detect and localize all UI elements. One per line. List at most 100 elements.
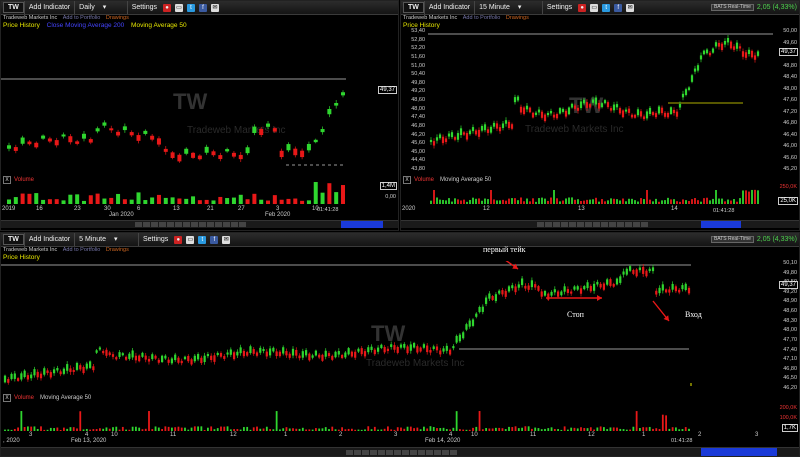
candle bbox=[583, 284, 586, 291]
drawings-link[interactable]: Drawings bbox=[106, 15, 129, 21]
volume-bar bbox=[151, 429, 154, 431]
settings-button[interactable]: Settings bbox=[126, 1, 161, 14]
twitter-icon[interactable]: t bbox=[602, 3, 611, 12]
candle bbox=[249, 344, 252, 355]
ma200-legend[interactable]: Close Moving Average 200 bbox=[47, 22, 125, 29]
candle bbox=[219, 351, 223, 359]
facebook-icon[interactable]: f bbox=[614, 3, 623, 12]
volume-bar bbox=[478, 198, 480, 204]
drawings-link[interactable]: Drawings bbox=[106, 247, 129, 253]
volume-label[interactable]: Volume bbox=[14, 395, 34, 401]
volume-bar bbox=[570, 427, 573, 431]
symbol-input[interactable]: TW bbox=[3, 234, 24, 245]
y-tick: 47,60 bbox=[783, 97, 797, 103]
candle bbox=[514, 283, 517, 295]
candle bbox=[687, 86, 691, 92]
symbol-input[interactable]: TW bbox=[403, 2, 424, 13]
volume-bar bbox=[583, 428, 586, 431]
facebook-icon[interactable]: f bbox=[199, 3, 207, 12]
candle bbox=[609, 277, 612, 288]
price-change: 2,05 (4,33%) bbox=[756, 4, 797, 11]
candle bbox=[609, 106, 613, 113]
print-icon[interactable]: ▭ bbox=[186, 235, 195, 244]
close-volume-icon[interactable]: X bbox=[403, 175, 411, 184]
price-history-label[interactable]: Price History bbox=[3, 254, 40, 261]
email-icon[interactable]: ✉ bbox=[222, 235, 231, 244]
volume-bar bbox=[646, 190, 648, 204]
candle bbox=[226, 349, 229, 358]
chart-scrollbar[interactable] bbox=[1, 220, 398, 228]
drawings-link[interactable]: Drawings bbox=[506, 15, 529, 21]
interval-select[interactable]: 5 Minute bbox=[74, 233, 110, 246]
add-to-portfolio-link[interactable]: Add to Portfolio bbox=[63, 15, 101, 21]
volume-ma-label[interactable]: Moving Average 50 bbox=[40, 395, 91, 401]
volume-bar bbox=[79, 411, 82, 431]
interval-dropdown-icon[interactable]: ▾ bbox=[110, 233, 138, 246]
alarm-icon[interactable]: ● bbox=[163, 3, 171, 12]
print-icon[interactable]: ▭ bbox=[175, 3, 183, 12]
candle bbox=[380, 343, 383, 350]
y-tick: 43,80 bbox=[411, 166, 425, 172]
candle bbox=[170, 151, 175, 160]
add-to-portfolio-link[interactable]: Add to Portfolio bbox=[463, 15, 501, 21]
candle bbox=[354, 349, 357, 360]
add-to-portfolio-link[interactable]: Add to Portfolio bbox=[63, 247, 101, 253]
annotation-stop: Стоп bbox=[567, 310, 584, 319]
add-indicator-button[interactable]: Add Indicator bbox=[23, 233, 74, 246]
candle bbox=[481, 304, 484, 315]
twitter-icon[interactable]: t bbox=[187, 3, 195, 12]
zoom-buttons[interactable] bbox=[537, 222, 649, 227]
candle bbox=[547, 292, 550, 301]
print-icon[interactable]: ▭ bbox=[590, 3, 599, 12]
candle bbox=[416, 344, 419, 355]
candle bbox=[632, 268, 635, 276]
volume-bar bbox=[423, 426, 425, 431]
chart-scrollbar[interactable] bbox=[1, 447, 799, 456]
y-tick: 49,20 bbox=[783, 288, 797, 295]
volume-bar bbox=[481, 429, 484, 431]
volume-bar bbox=[413, 428, 415, 431]
y-tick: 48,00 bbox=[411, 105, 425, 112]
symbol-input[interactable]: TW bbox=[3, 2, 24, 13]
zoom-buttons[interactable] bbox=[135, 222, 247, 227]
price-history-label[interactable]: Price History bbox=[3, 22, 40, 29]
volume-bar bbox=[635, 411, 638, 431]
twitter-icon[interactable]: t bbox=[198, 235, 207, 244]
add-indicator-button[interactable]: Add Indicator bbox=[423, 1, 474, 14]
timestamp: 01:41:28 bbox=[671, 438, 693, 444]
volume-bar bbox=[204, 199, 209, 204]
interval-dropdown-icon[interactable]: ▾ bbox=[99, 1, 127, 14]
candle bbox=[475, 312, 478, 319]
alarm-icon[interactable]: ● bbox=[578, 3, 587, 12]
email-icon[interactable]: ✉ bbox=[211, 3, 219, 12]
settings-button[interactable]: Settings bbox=[541, 1, 576, 14]
add-indicator-button[interactable]: Add Indicator bbox=[23, 1, 74, 14]
interval-select[interactable]: Daily bbox=[74, 1, 99, 14]
email-icon[interactable]: ✉ bbox=[626, 3, 635, 12]
candle bbox=[206, 351, 210, 359]
facebook-icon[interactable]: f bbox=[210, 235, 219, 244]
ma50-legend[interactable]: Moving Average 50 bbox=[131, 22, 187, 29]
15min-price-chart bbox=[428, 33, 773, 149]
candle bbox=[426, 343, 429, 355]
x-tick: 11 bbox=[530, 432, 537, 438]
candle bbox=[216, 351, 219, 357]
candle bbox=[184, 147, 189, 156]
chart-scrollbar[interactable] bbox=[401, 220, 799, 228]
volume-bar bbox=[252, 427, 255, 431]
candle bbox=[589, 284, 592, 294]
interval-dropdown-icon[interactable]: ▾ bbox=[514, 1, 542, 14]
interval-select[interactable]: 15 Minute bbox=[474, 1, 514, 14]
candle bbox=[429, 137, 433, 145]
candle bbox=[594, 95, 598, 107]
settings-button[interactable]: Settings bbox=[138, 233, 172, 246]
alarm-icon[interactable]: ● bbox=[174, 235, 183, 244]
zoom-buttons[interactable] bbox=[346, 450, 458, 455]
scroll-thumb[interactable] bbox=[701, 448, 777, 456]
scroll-thumb[interactable] bbox=[341, 221, 383, 228]
volume-bar bbox=[645, 427, 648, 431]
scroll-thumb[interactable] bbox=[701, 221, 741, 228]
volume-bar bbox=[637, 201, 639, 204]
candle bbox=[399, 342, 403, 350]
volume-bar bbox=[553, 190, 555, 204]
